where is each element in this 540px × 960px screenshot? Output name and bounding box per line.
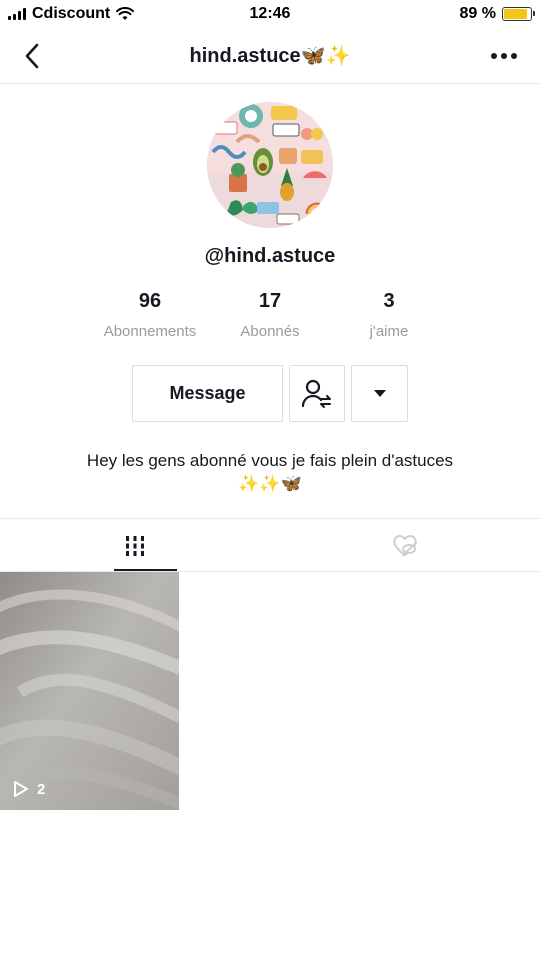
- status-bar: Cdiscount 12:46 89 %: [0, 0, 540, 30]
- profile-tabs: [0, 518, 540, 572]
- profile-bio: Hey les gens abonné vous je fais plein d…: [0, 449, 540, 495]
- battery-percent: 89 %: [459, 5, 496, 22]
- following-label: Abonnements: [103, 323, 197, 340]
- page-title: hind.astuce🦋✨: [189, 45, 351, 67]
- likes-label: j'aime: [369, 323, 409, 340]
- tab-videos[interactable]: [0, 519, 270, 572]
- battery-icon: [502, 7, 535, 21]
- play-outline-icon: [14, 781, 28, 797]
- more-options-button[interactable]: [488, 44, 520, 68]
- tab-liked[interactable]: [270, 519, 540, 572]
- following-count: 96: [138, 290, 162, 312]
- user-following-icon: [301, 379, 331, 408]
- more-horizontal-icon: [491, 53, 517, 59]
- active-tab-indicator: [114, 569, 177, 571]
- video-thumbnail-image: [0, 572, 179, 810]
- play-count-value: 2: [37, 780, 46, 798]
- navigation-bar: hind.astuce🦋✨: [0, 30, 540, 84]
- status-right: 89 %: [459, 5, 535, 23]
- suggested-accounts-button[interactable]: [351, 365, 408, 422]
- followers-count: 17: [258, 290, 282, 312]
- profile-handle: @hind.astuce: [204, 245, 336, 267]
- grid-icon: [126, 535, 144, 556]
- liked-hidden-icon: [393, 534, 417, 556]
- stat-followers[interactable]: 17 Abonnés: [205, 290, 335, 340]
- likes-count: 3: [383, 290, 395, 312]
- bio-line-2: ✨✨🦋: [238, 474, 302, 493]
- followers-label: Abonnés: [240, 323, 300, 340]
- sticker-collage-image: [207, 102, 333, 228]
- message-button[interactable]: Message: [132, 365, 283, 422]
- stat-following[interactable]: 96 Abonnements: [85, 290, 215, 340]
- video-thumbnail[interactable]: 2: [0, 572, 179, 810]
- bio-line-1: Hey les gens abonné vous je fais plein d…: [86, 451, 454, 470]
- following-status-button[interactable]: [289, 365, 345, 422]
- stat-likes[interactable]: 3 j'aime: [324, 290, 454, 340]
- battery-level: [504, 9, 528, 19]
- caret-down-icon: [373, 389, 386, 397]
- avatar[interactable]: [207, 102, 333, 228]
- video-play-count: 2: [13, 780, 45, 798]
